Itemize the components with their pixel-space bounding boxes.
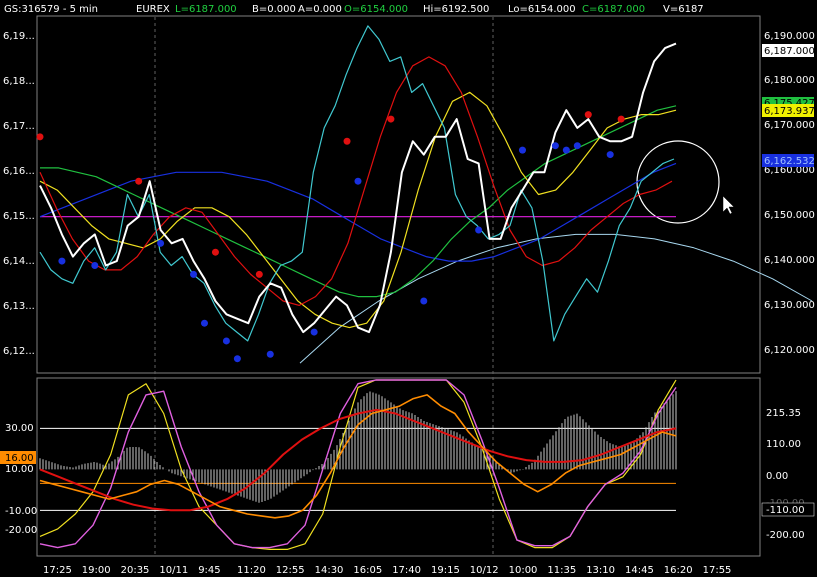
high-value: Hi=6192.500 bbox=[423, 4, 489, 15]
yellow-ma-label: 6,173.937 bbox=[764, 106, 815, 117]
ask-value: A=0.000 bbox=[298, 4, 342, 15]
red-signal-dot bbox=[211, 248, 219, 256]
red-signal-dot bbox=[36, 133, 44, 141]
red-signal-dot bbox=[255, 270, 263, 278]
blue-signal-dot bbox=[222, 337, 230, 345]
blue-signal-dot bbox=[157, 239, 165, 247]
price-tick-left: 6,14... bbox=[3, 256, 35, 267]
price-tick-left: 6,18... bbox=[3, 76, 35, 87]
blue-signal-dot bbox=[266, 350, 274, 358]
price-tick: 6,170.000 bbox=[764, 120, 815, 131]
time-tick: 11:35 bbox=[547, 565, 576, 576]
blue-signal-dot bbox=[606, 151, 614, 159]
current-price-label: 6,187.000 bbox=[764, 46, 815, 57]
last-price: L=6187.000 bbox=[175, 4, 237, 15]
low-value: Lo=6154.000 bbox=[508, 4, 576, 15]
time-tick: 20:35 bbox=[121, 565, 150, 576]
price-tick: 6,120.000 bbox=[764, 345, 815, 356]
time-axis: 17:25 19:00 20:35 10/11 9:45 11:20 12:55 14:30 1… bbox=[43, 565, 731, 576]
blue-signal-dot bbox=[190, 270, 198, 278]
time-tick: 13:10 bbox=[586, 565, 615, 576]
time-tick: 12:55 bbox=[276, 565, 305, 576]
time-tick: 19:00 bbox=[82, 565, 111, 576]
blue-signal-dot bbox=[58, 257, 66, 265]
blue-signal-dot bbox=[573, 142, 581, 150]
price-axis: 6,190.000 6,180.000 6,170.000 6,160.000 … bbox=[3, 31, 815, 357]
price-tick: 6,140.000 bbox=[764, 255, 815, 266]
symbol-label: GS:316579 - 5 min bbox=[4, 4, 98, 15]
oscillator-layer bbox=[39, 379, 677, 550]
osc-tick: -200.00 bbox=[766, 530, 805, 541]
price-tick-left: 6,13... bbox=[3, 301, 35, 312]
osc-tick: 215.35 bbox=[766, 408, 801, 419]
exchange-label: EUREX bbox=[136, 4, 170, 15]
time-tick: 9:45 bbox=[198, 565, 220, 576]
price-tick-left: 6,16... bbox=[3, 166, 35, 177]
blue-signal-dot bbox=[233, 355, 241, 363]
oscillator-axis: 215.35 110.00 0.00 -100.00 -110.00 -200.… bbox=[0, 405, 815, 541]
osc-tick-left: 10.00 bbox=[5, 464, 34, 475]
blue-signal-dot bbox=[200, 319, 208, 327]
osc-tick: 110.00 bbox=[766, 439, 801, 450]
bid-value: B=0.000 bbox=[252, 4, 296, 15]
time-tick: 16:20 bbox=[664, 565, 693, 576]
close-value: C=6187.000 bbox=[582, 4, 645, 15]
time-tick: 17:55 bbox=[703, 565, 732, 576]
blue-signal-dot bbox=[91, 262, 99, 269]
red-signal-dot bbox=[135, 177, 143, 185]
time-tick: 10:00 bbox=[509, 565, 538, 576]
trading-chart: GS:316579 - 5 min EUREX L=6187.000 B=0.0… bbox=[0, 4, 815, 576]
time-tick: 17:40 bbox=[392, 565, 421, 576]
time-tick: 11:20 bbox=[237, 565, 266, 576]
price-tick: 6,180.000 bbox=[764, 75, 815, 86]
lightblue-series-line bbox=[299, 233, 813, 364]
time-tick: 14:45 bbox=[625, 565, 654, 576]
blue-signal-dot bbox=[551, 142, 559, 150]
red-signal-dot bbox=[584, 111, 592, 119]
osc-tick: -110.00 bbox=[766, 505, 805, 516]
time-tick: 10/12 bbox=[470, 565, 499, 576]
osc-tick-left: -10.00 bbox=[5, 506, 37, 517]
blue-ma-label: 6,162.532 bbox=[764, 156, 815, 167]
price-tick: 6,150.000 bbox=[764, 210, 815, 221]
time-tick: 14:30 bbox=[315, 565, 344, 576]
red-signal-dot bbox=[617, 115, 625, 123]
time-tick: 19:15 bbox=[431, 565, 460, 576]
price-layer bbox=[36, 25, 813, 364]
osc-tick: 0.00 bbox=[766, 471, 788, 482]
osc-marker-label: 16.00 bbox=[5, 453, 34, 464]
osc-tick-left: 30.00 bbox=[5, 423, 34, 434]
price-tick-left: 6,17... bbox=[3, 121, 35, 132]
blue-signal-dot bbox=[310, 328, 318, 336]
quote-header: GS:316579 - 5 min EUREX L=6187.000 B=0.0… bbox=[4, 4, 704, 15]
time-tick: 17:25 bbox=[43, 565, 72, 576]
volume-value: V=6187 bbox=[663, 4, 704, 15]
price-tick-left: 6,12... bbox=[3, 346, 35, 357]
green-series-line bbox=[40, 105, 677, 298]
mouse-cursor-icon bbox=[722, 195, 735, 215]
price-tick: 6,190.000 bbox=[764, 31, 815, 42]
time-tick: 10/11 bbox=[159, 565, 188, 576]
red-signal-dot bbox=[387, 115, 395, 123]
highlight-circle[interactable] bbox=[636, 140, 720, 224]
blue-signal-dot bbox=[420, 297, 428, 305]
red-signal-dot bbox=[343, 137, 351, 145]
time-tick: 16:05 bbox=[353, 565, 382, 576]
blue-signal-dot bbox=[562, 146, 570, 154]
blue-signal-dot bbox=[475, 226, 483, 234]
price-tick: 6,130.000 bbox=[764, 300, 815, 311]
price-tick-left: 6,19... bbox=[3, 31, 35, 42]
osc-tick-left: -20.00 bbox=[5, 525, 37, 536]
blue-signal-dot bbox=[518, 146, 526, 154]
blue-signal-dot bbox=[354, 177, 362, 185]
open-value: O=6154.000 bbox=[344, 4, 408, 15]
price-tick-left: 6,15... bbox=[3, 211, 35, 222]
